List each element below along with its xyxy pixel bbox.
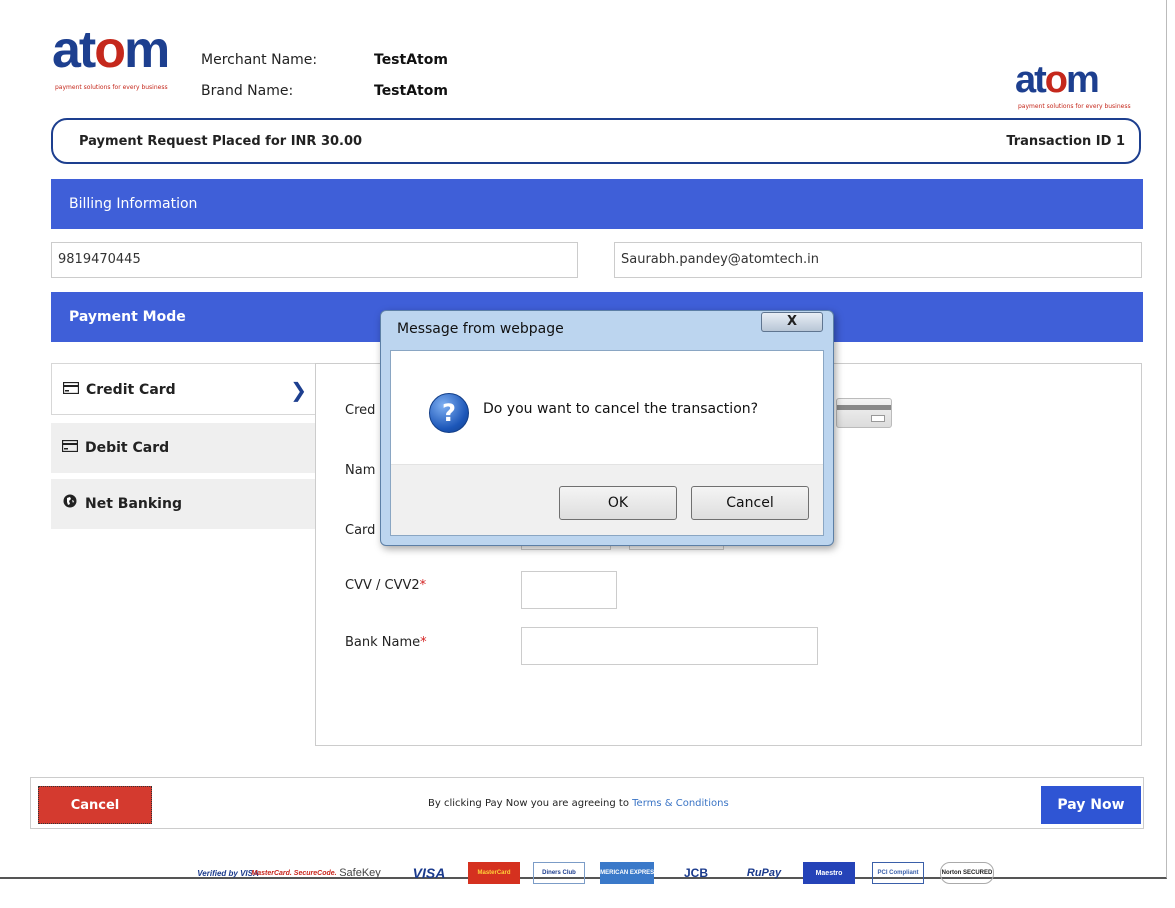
- atom-logo-left: atom: [52, 21, 170, 79]
- transaction-id-text: Transaction ID 1: [1006, 134, 1125, 149]
- diners-club-logo: Diners Club: [533, 862, 585, 884]
- email-field[interactable]: Saurabh.pandey@atomtech.in: [614, 242, 1142, 278]
- tab-debit-card-label: Debit Card: [85, 440, 170, 456]
- bank-name-label: Bank Name*: [345, 635, 427, 650]
- payment-summary: Payment Request Placed for INR 30.00 Tra…: [51, 118, 1141, 164]
- brand-value: TestAtom: [374, 83, 448, 99]
- globe-icon: [61, 479, 79, 529]
- bank-name-input[interactable]: [521, 627, 818, 665]
- ok-button[interactable]: OK: [559, 486, 677, 520]
- logo-tagline-left: payment solutions for every business: [55, 84, 168, 91]
- question-icon: ?: [429, 393, 469, 433]
- verified-by-visa-logo: Verified by VISA: [197, 868, 259, 878]
- american-express-logo: AMERICAN EXPRESS: [596, 862, 658, 884]
- brand-label: Brand Name:: [201, 83, 294, 99]
- phone-field[interactable]: 9819470445: [51, 242, 578, 278]
- cvv-input[interactable]: [521, 571, 617, 609]
- jcb-logo: JCB: [683, 866, 708, 880]
- visa-logo: VISA: [412, 865, 446, 881]
- terms-text: By clicking Pay Now you are agreeing to …: [428, 798, 729, 809]
- card-image-icon: [836, 398, 892, 428]
- mastercard-logo: MasterCard: [468, 862, 520, 884]
- rupay-logo: RuPay: [746, 867, 782, 879]
- credit-card-icon: [62, 364, 80, 416]
- card-number-label: Cred: [345, 403, 376, 418]
- dialog-message: Do you want to cancel the transaction?: [483, 401, 759, 417]
- logo-tagline-right: payment solutions for every business: [1018, 103, 1131, 110]
- dialog-title: Message from webpage: [397, 321, 564, 337]
- tab-credit-card[interactable]: Credit Card ❯: [51, 363, 315, 415]
- tab-credit-card-label: Credit Card: [86, 382, 176, 398]
- atom-logo-right: atom: [1015, 59, 1100, 101]
- payment-request-text: Payment Request Placed for INR 30.00: [79, 134, 363, 149]
- pci-compliant-logo: PCI Compliant: [872, 862, 924, 884]
- tab-net-banking[interactable]: Net Banking: [51, 479, 315, 529]
- terms-link[interactable]: Terms & Conditions: [632, 798, 729, 809]
- maestro-logo: Maestro: [803, 862, 855, 884]
- tab-net-banking-label: Net Banking: [85, 496, 182, 512]
- cvv-label: CVV / CVV2*: [345, 578, 427, 593]
- merchant-label: Merchant Name:: [201, 52, 318, 68]
- card-name-label: Nam: [345, 463, 376, 478]
- pay-now-button[interactable]: Pay Now: [1041, 786, 1141, 824]
- tab-debit-card[interactable]: Debit Card: [51, 423, 315, 473]
- norton-secured-logo: Norton SECURED: [940, 862, 994, 884]
- cancel-button[interactable]: Cancel: [38, 786, 152, 824]
- merchant-value: TestAtom: [374, 52, 448, 68]
- chevron-right-icon: ❯: [290, 378, 307, 402]
- debit-card-icon: [61, 423, 79, 473]
- mastercard-securecode-logo: MasterCard. SecureCode.: [251, 869, 337, 877]
- confirm-dialog: Message from webpage X ? Do you want to …: [380, 310, 834, 546]
- billing-information-header: Billing Information: [51, 179, 1143, 229]
- safekey-logo: SafeKey: [339, 867, 381, 879]
- close-icon[interactable]: X: [761, 312, 823, 332]
- dialog-body: ? Do you want to cancel the transaction?…: [390, 350, 824, 536]
- card-expiry-label: Card: [345, 523, 376, 538]
- dialog-cancel-button[interactable]: Cancel: [691, 486, 809, 520]
